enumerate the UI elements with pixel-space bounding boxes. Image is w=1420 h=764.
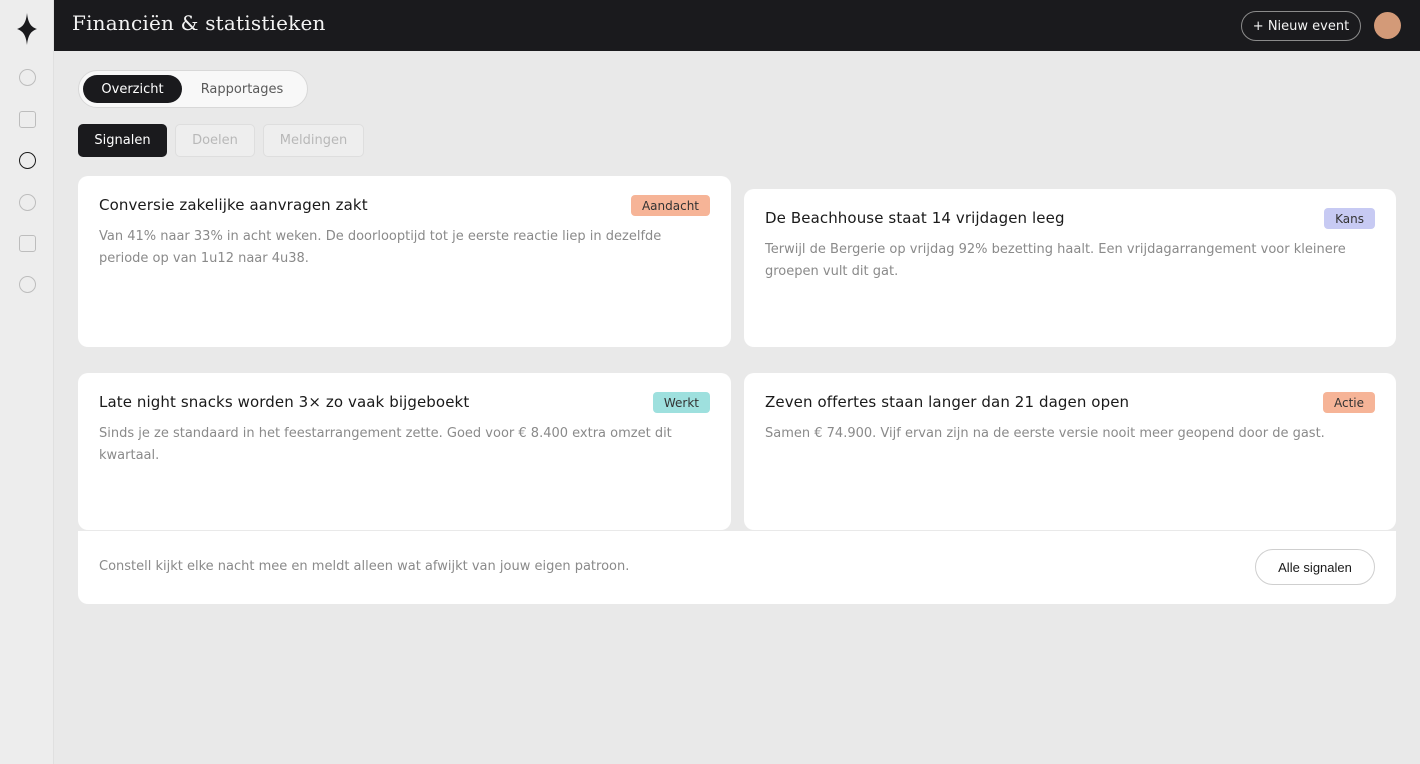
nav-circle-icon[interactable] bbox=[19, 276, 36, 293]
avatar[interactable] bbox=[1374, 12, 1401, 39]
filter-meldingen[interactable]: Meldingen bbox=[263, 124, 364, 157]
nav-circle-active-icon[interactable] bbox=[19, 152, 36, 169]
signal-card[interactable]: Late night snacks worden 3× zo vaak bijg… bbox=[78, 373, 731, 530]
signal-body: Samen € 74.900. Vijf ervan zijn na de ee… bbox=[765, 426, 1325, 441]
signal-body: Van 41% naar 33% in acht weken. De doorl… bbox=[99, 229, 662, 266]
view-tabs: Overzicht Rapportages bbox=[78, 70, 308, 108]
status-badge: Aandacht bbox=[630, 195, 710, 216]
signals-footer: Constell kijkt elke nacht mee en meldt a… bbox=[78, 531, 1396, 604]
signal-body: Sinds je ze standaard in het feestarrang… bbox=[99, 426, 672, 463]
page-title: Financiën & statistieken bbox=[72, 11, 326, 35]
signal-card[interactable]: Zeven offertes staan langer dan 21 dagen… bbox=[744, 373, 1396, 530]
filter-doelen[interactable]: Doelen bbox=[175, 124, 255, 157]
signal-title: Late night snacks worden 3× zo vaak bijg… bbox=[99, 393, 470, 411]
tab-rapportages[interactable]: Rapportages bbox=[185, 75, 299, 103]
new-event-button[interactable]: + Nieuw event bbox=[1241, 11, 1361, 41]
nav-square-icon[interactable] bbox=[19, 235, 36, 252]
all-signals-button[interactable]: Alle signalen bbox=[1255, 549, 1375, 585]
footer-note: Constell kijkt elke nacht mee en meldt a… bbox=[99, 559, 630, 574]
signal-card[interactable]: De Beachhouse staat 14 vrijdagen leeg Ka… bbox=[744, 189, 1396, 347]
status-badge: Werkt bbox=[652, 392, 710, 413]
status-badge: Actie bbox=[1322, 392, 1375, 413]
nav-circle-icon[interactable] bbox=[19, 69, 36, 86]
logo-icon bbox=[17, 13, 37, 45]
signal-body: Terwijl de Bergerie op vrijdag 92% bezet… bbox=[765, 242, 1346, 279]
signal-card[interactable]: Conversie zakelijke aanvragen zakt Aanda… bbox=[78, 176, 731, 347]
nav-square-icon[interactable] bbox=[19, 111, 36, 128]
signal-title: Zeven offertes staan langer dan 21 dagen… bbox=[765, 393, 1130, 411]
topbar: Financiën & statistieken + Nieuw event bbox=[54, 0, 1420, 51]
signal-title: Conversie zakelijke aanvragen zakt bbox=[99, 196, 368, 214]
sidebar bbox=[0, 0, 54, 764]
tab-overzicht[interactable]: Overzicht bbox=[83, 75, 182, 103]
status-badge: Kans bbox=[1324, 208, 1375, 229]
filter-signalen[interactable]: Signalen bbox=[78, 124, 167, 157]
signal-title: De Beachhouse staat 14 vrijdagen leeg bbox=[765, 209, 1065, 227]
nav-circle-icon[interactable] bbox=[19, 194, 36, 211]
